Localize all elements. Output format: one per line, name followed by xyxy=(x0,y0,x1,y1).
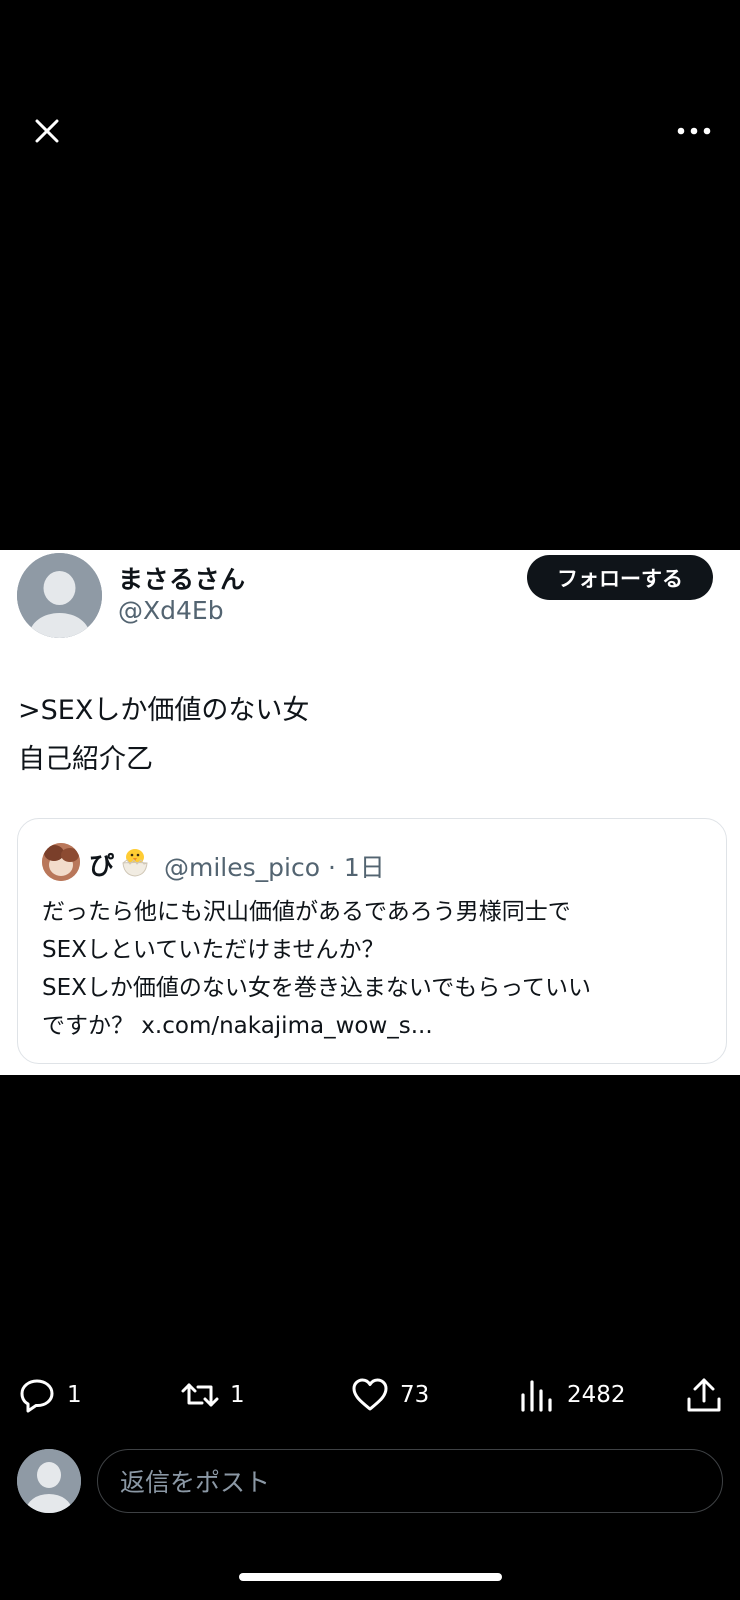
like-count: 73 xyxy=(400,1382,430,1408)
author-handle[interactable]: @Xd4Eb xyxy=(118,596,224,625)
follow-button[interactable]: フォローする xyxy=(527,555,713,600)
quoted-tweet[interactable]: ぴ @miles_pico · 1日 だったら他にも沢山価値があるであろう男様同… xyxy=(17,818,727,1064)
separator-dot: · xyxy=(320,853,344,882)
default-avatar-icon xyxy=(17,553,102,638)
views-icon xyxy=(521,1380,552,1412)
author-avatar[interactable] xyxy=(17,553,102,638)
repost-icon xyxy=(181,1383,219,1407)
like-icon xyxy=(352,1378,388,1411)
quoted-author-handle: @miles_pico xyxy=(164,853,321,882)
more-icon xyxy=(677,127,711,135)
my-avatar[interactable] xyxy=(17,1449,81,1513)
action-bar: 1 1 73 2482 xyxy=(0,1373,740,1417)
quoted-text-line: だったら他にも沢山価値があるであろう男様同士で xyxy=(42,899,571,925)
share-icon xyxy=(687,1378,721,1412)
like-button[interactable]: 73 xyxy=(350,1373,429,1417)
quoted-avatar-image xyxy=(42,843,80,881)
quoted-tweet-text: だったら他にも沢山価値があるであろう男様同士で SEXしといていただけませんか？… xyxy=(42,893,712,1045)
reply-button[interactable]: 1 xyxy=(17,1373,82,1417)
home-indicator[interactable] xyxy=(239,1573,502,1581)
tweet-card: まさるさん @Xd4Eb フォローする >SEXしか価値のない女 自己紹介乙 ぴ… xyxy=(0,550,740,1075)
tweet-text-line: >SEXしか価値のない女 xyxy=(18,695,310,726)
repost-button[interactable]: 1 xyxy=(180,1373,245,1417)
hatching-chick-icon xyxy=(122,849,148,877)
quoted-author-avatar xyxy=(42,843,80,881)
views-count: 2482 xyxy=(567,1382,626,1408)
share-button[interactable] xyxy=(684,1373,724,1417)
reply-input[interactable]: 返信をポスト xyxy=(97,1449,723,1513)
reply-icon xyxy=(20,1379,54,1413)
close-button[interactable] xyxy=(30,114,64,148)
quoted-text-line: SEXしといていただけませんか？ xyxy=(42,937,385,963)
default-avatar-icon xyxy=(17,1449,81,1513)
more-options-button[interactable] xyxy=(672,116,716,146)
quoted-time: 1日 xyxy=(343,853,385,882)
reply-count: 1 xyxy=(67,1382,82,1408)
quoted-text-line: SEXしか価値のない女を巻き込まないでもらっていい xyxy=(42,975,592,1001)
tweet-text: >SEXしか価値のない女 自己紹介乙 xyxy=(18,686,309,784)
repost-count: 1 xyxy=(230,1382,245,1408)
quoted-author-handle-time: @miles_pico · 1日 xyxy=(164,848,385,884)
close-icon xyxy=(35,119,59,143)
quoted-author-name: ぴ xyxy=(89,851,115,880)
quoted-text-line: ですか？ x.com/nakajima_wow_s... xyxy=(42,1013,433,1039)
tweet-text-line: 自己紹介乙 xyxy=(18,744,153,775)
views-button[interactable]: 2482 xyxy=(517,1373,626,1417)
author-display-name[interactable]: まさるさん xyxy=(118,560,246,596)
